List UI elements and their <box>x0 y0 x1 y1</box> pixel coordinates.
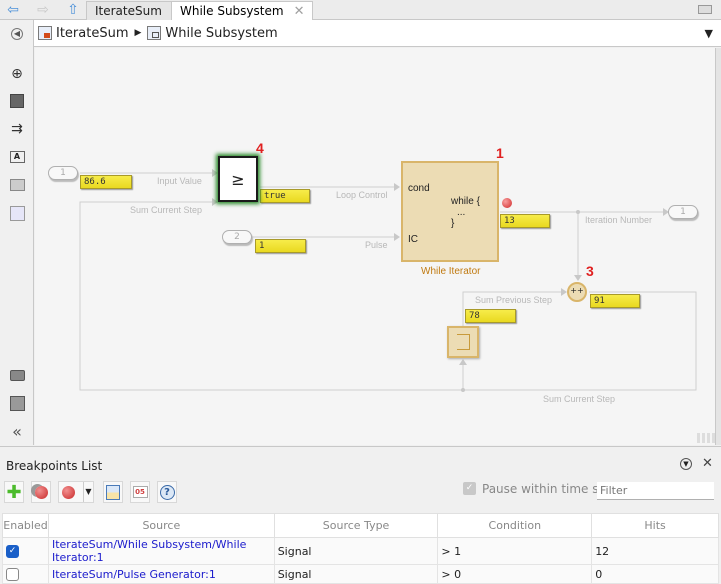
highlight-in-model-button[interactable] <box>103 481 123 503</box>
source-type-cell: Signal <box>273 537 439 565</box>
breakpoints-table: Enabled Source Source Type Condition Hit… <box>2 513 719 584</box>
panel-title: Breakpoints List <box>6 459 103 473</box>
sum-signs: ++ <box>570 286 584 295</box>
column-header-source[interactable]: Source <box>47 513 275 538</box>
pause-within-time-step-checkbox[interactable]: ✓ <box>463 482 476 495</box>
counter-icon: 05 <box>132 486 148 498</box>
enabled-cell <box>2 564 49 584</box>
inport-2[interactable]: 2 <box>222 230 252 244</box>
unit-delay-block[interactable] <box>447 326 479 358</box>
delete-breakpoint-button[interactable]: ▼ <box>58 481 94 503</box>
signal-label-pulse: Pulse <box>365 240 388 250</box>
signal-label-sum-current-step: Sum Current Step <box>130 205 203 215</box>
compare-symbol: ≥ <box>231 169 245 189</box>
value-display-sum: 91 <box>590 294 640 308</box>
signal-label-sum-previous-step: Sum Previous Step <box>475 295 553 305</box>
column-header-source-type[interactable]: Source Type <box>273 513 439 538</box>
hits-cell: 12 <box>591 537 719 565</box>
filter-input[interactable] <box>597 482 714 500</box>
table-header-row: Enabled Source Source Type Condition Hit… <box>2 513 719 538</box>
while-iterator-block[interactable]: cond while { ... } IC <box>401 161 499 262</box>
port-label-ic: IC <box>408 234 418 245</box>
source-link[interactable]: IterateSum/Pulse Generator:1 <box>47 564 275 584</box>
compare-block[interactable]: ≥ <box>218 156 258 202</box>
arrowhead <box>459 359 467 365</box>
help-icon: ? <box>159 484 175 500</box>
while-iterator-label: While Iterator <box>421 266 481 277</box>
signal-label-loop-control: Loop Control <box>336 190 388 200</box>
arrowhead <box>394 183 400 191</box>
close-panel-icon[interactable]: ✕ <box>702 456 713 471</box>
resize-grip[interactable] <box>697 433 715 443</box>
step-number-3: 3 <box>586 263 594 279</box>
branch-point <box>576 210 580 214</box>
enabled-cell: ✓ <box>2 537 49 565</box>
highlight-icon <box>106 484 120 500</box>
while-code: while { ... } <box>451 196 480 229</box>
column-header-condition[interactable]: Condition <box>437 513 593 538</box>
signal-line-sum-output <box>462 291 697 391</box>
enabled-checkbox[interactable]: ✓ <box>6 544 19 558</box>
step-number-4: 4 <box>256 140 264 156</box>
port-label-cond: cond <box>408 183 430 194</box>
plus-icon: ✚ <box>6 481 22 503</box>
code-line: } <box>451 218 455 229</box>
table-row[interactable]: ✓ IterateSum/While Subsystem/While Itera… <box>2 537 719 565</box>
chevron-down-icon[interactable]: ▼ <box>83 482 93 502</box>
value-display-iteration: 13 <box>500 214 550 228</box>
condition-cell[interactable]: > 1 <box>437 537 593 565</box>
enable-disable-all-button[interactable] <box>31 481 51 503</box>
add-breakpoint-button[interactable]: ✚ <box>4 481 24 503</box>
step-number-1: 1 <box>496 145 504 161</box>
signal-label-input-value: Input Value <box>157 176 202 186</box>
column-header-enabled[interactable]: Enabled <box>2 513 49 538</box>
value-display-delay: 78 <box>465 309 516 323</box>
inport-1[interactable]: 1 <box>48 166 78 180</box>
signal-label-iteration-number: Iteration Number <box>585 215 653 225</box>
signal-label-sum-current-step-2: Sum Current Step <box>543 394 616 404</box>
condition-cell[interactable]: > 0 <box>437 564 593 584</box>
breakpoints-icon <box>34 485 48 499</box>
arrowhead <box>574 275 582 281</box>
breakpoints-panel: Breakpoints List ▼ ✕ ✚ ▼ 05 ? ✓ Pause wi… <box>0 446 721 584</box>
source-link[interactable]: IterateSum/While Subsystem/While Iterato… <box>47 537 275 565</box>
table-row[interactable]: IterateSum/Pulse Generator:1 Signal > 0 … <box>2 564 719 584</box>
value-display-pulse: 1 <box>255 239 306 253</box>
outport-1[interactable]: 1 <box>668 205 698 219</box>
branch-point <box>461 388 465 392</box>
delete-breakpoint-icon <box>62 485 75 499</box>
help-button[interactable]: ? <box>157 481 177 503</box>
hits-cell: 0 <box>591 564 719 584</box>
value-display-input: 86.6 <box>80 175 132 189</box>
value-display-compare: true <box>260 189 310 203</box>
breakpoint-icon[interactable] <box>502 198 512 208</box>
column-header-hits[interactable]: Hits <box>591 513 719 538</box>
panel-menu-icon[interactable]: ▼ <box>680 458 692 470</box>
arrowhead <box>394 233 400 241</box>
sum-block[interactable]: ++ <box>567 282 587 302</box>
code-line: ... <box>457 207 466 218</box>
source-type-cell: Signal <box>273 564 439 584</box>
step-counter-button[interactable]: 05 <box>130 481 150 503</box>
code-line: while { <box>451 196 480 207</box>
enabled-checkbox[interactable] <box>6 567 19 581</box>
